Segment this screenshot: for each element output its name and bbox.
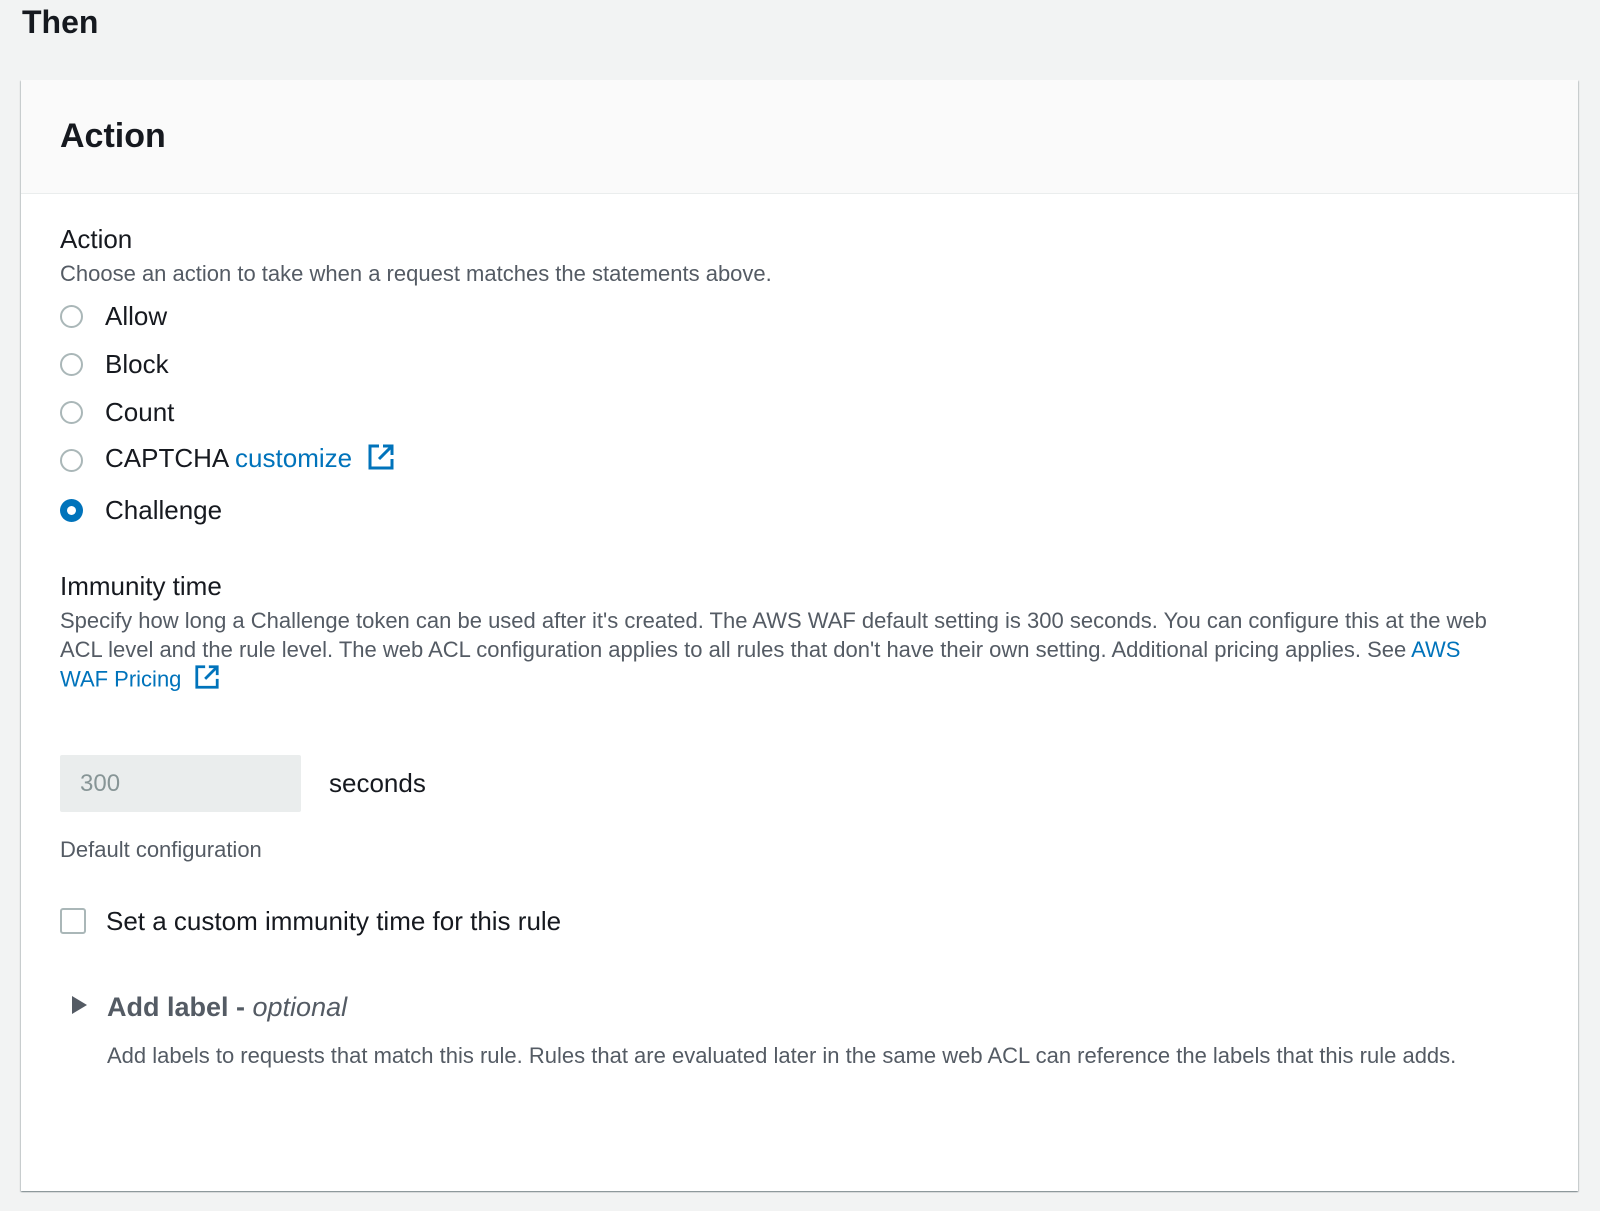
custom-immunity-checkbox-row[interactable]: Set a custom immunity time for this rule [60,902,561,940]
radio-count[interactable]: Count [60,394,174,430]
default-configuration-note: Default configuration [60,837,262,862]
add-label-title-text: Add label [107,991,229,1022]
custom-immunity-checkbox[interactable] [60,908,86,934]
add-label-title[interactable]: Add label - optional [107,992,347,1023]
add-label-separator: - [228,991,253,1022]
radio-allow-label: Allow [105,301,168,331]
radio-allow-input[interactable] [60,304,83,328]
radio-captcha-input[interactable] [60,448,83,472]
immunity-description-text: Specify how long a Challenge token can b… [60,608,1487,662]
radio-challenge[interactable]: Challenge [60,492,222,528]
radio-block[interactable]: Block [60,346,169,382]
add-label-description: Add labels to requests that match this r… [107,1043,1457,1068]
immunity-time-input[interactable]: 300 [60,755,301,812]
custom-immunity-checkbox-label: Set a custom immunity time for this rule [106,905,562,936]
external-link-icon[interactable] [194,664,220,697]
radio-captcha-label: CAPTCHA customize [105,443,395,477]
radio-challenge-label: Challenge [105,495,223,525]
section-title: Then [22,4,99,40]
immunity-label: Immunity time [60,571,222,601]
panel-header: Action [21,80,1578,194]
add-label-expander[interactable]: Add label - optional [70,988,347,1026]
radio-challenge-input[interactable] [60,498,83,522]
caret-right-icon[interactable] [70,995,88,1020]
seconds-unit-label: seconds [329,768,426,798]
captcha-label-text: CAPTCHA [105,442,228,473]
radio-block-input[interactable] [60,352,83,376]
radio-block-label: Block [105,349,169,379]
radio-allow[interactable]: Allow [60,298,167,334]
immunity-description: Specify how long a Challenge token can b… [60,606,1500,697]
radio-captcha[interactable]: CAPTCHA customize [60,442,395,478]
action-description: Choose an action to take when a request … [60,261,772,286]
radio-count-label: Count [105,397,175,427]
add-label-optional: optional [252,991,348,1022]
customize-link[interactable]: customize [235,443,352,473]
action-label: Action [60,224,133,254]
radio-count-input[interactable] [60,400,83,424]
action-panel: Action Action Choose an action to take w… [21,80,1578,1191]
external-link-icon[interactable] [367,443,395,477]
panel-title: Action [60,117,166,155]
